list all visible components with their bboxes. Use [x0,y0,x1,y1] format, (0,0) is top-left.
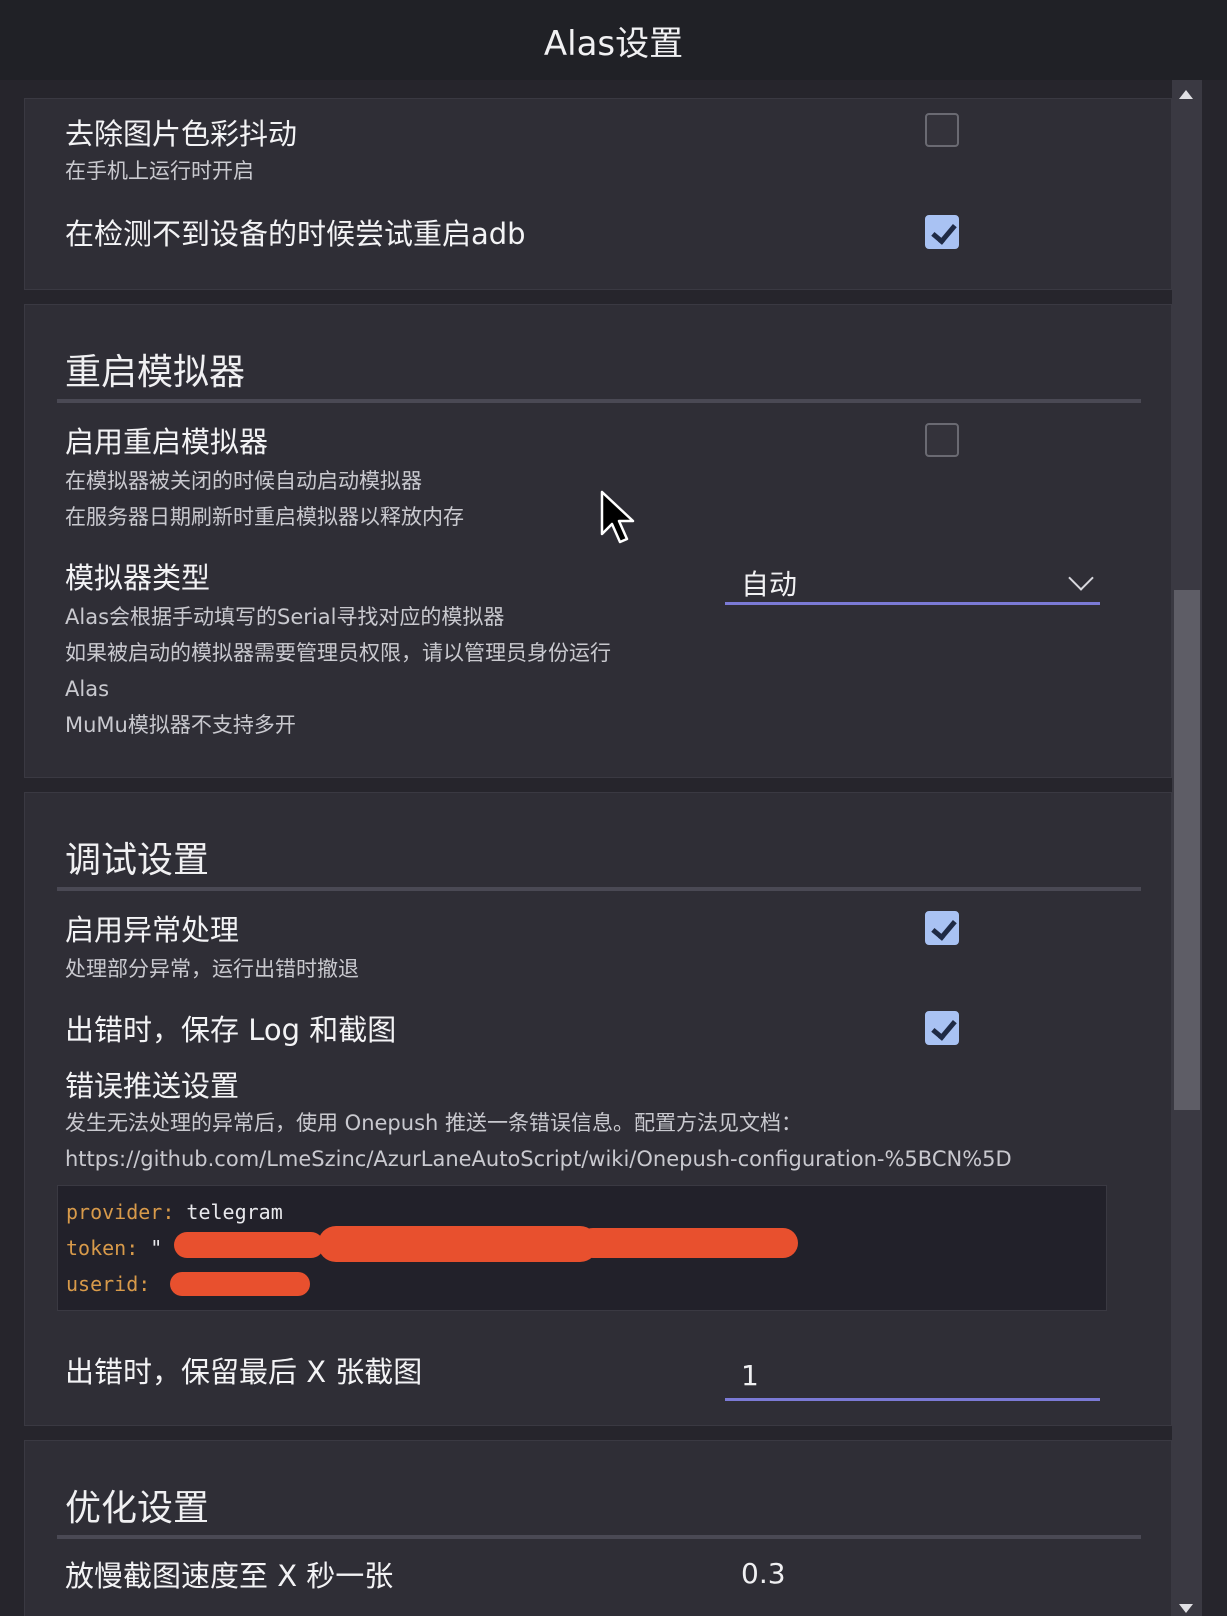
chevron-down-icon [1068,565,1094,591]
checkbox-dither[interactable] [925,113,959,147]
option-desc-enable-restart-1: 在模拟器被关闭的时候自动启动模拟器 [65,469,422,493]
code-value: " [138,1236,163,1260]
debug-settings-card: 调试设置 启用异常处理 处理部分异常，运行出错时撤退 出错时，保存 Log 和截… [24,792,1172,1426]
option-title-keep-screenshots: 出错时，保留最后 X 张截图 [65,1355,423,1389]
code-value: telegram [174,1200,283,1224]
option-title-dither: 去除图片色彩抖动 [65,117,298,151]
option-desc-emulator-type-4: MuMu模拟器不支持多开 [65,713,296,737]
redaction-mark [170,1272,310,1296]
option-title-enable-restart: 启用重启模拟器 [65,425,269,459]
screenshot-interval-input[interactable]: 0.3 [725,1553,1100,1599]
onepush-config-editor[interactable]: provider: telegram token: " userid: [57,1185,1107,1311]
settings-scroll-area[interactable]: 去除图片色彩抖动 在手机上运行时开启 在检测不到设备的时候尝试重启adb 重启模… [0,80,1227,1616]
option-desc-error-push-link[interactable]: https://github.com/LmeSzinc/AzurLaneAuto… [65,1141,1012,1177]
redaction-mark [578,1228,798,1258]
option-desc-emulator-type-1: Alas会根据手动填写的Serial寻找对应的模拟器 [65,605,505,629]
section-divider [57,1535,1141,1539]
window-title: Alas设置 [543,23,684,64]
keep-screenshots-input[interactable]: 1 [725,1355,1100,1401]
device-settings-card: 去除图片色彩抖动 在手机上运行时开启 在检测不到设备的时候尝试重启adb [24,98,1172,290]
option-title-restart-adb: 在检测不到设备的时候尝试重启adb [65,217,526,251]
option-desc-exception: 处理部分异常，运行出错时撤退 [65,957,359,981]
scroll-down-icon[interactable] [1179,1604,1193,1613]
option-title-error-push: 错误推送设置 [65,1069,240,1103]
checkbox-exception[interactable] [925,911,959,945]
option-title-exception: 启用异常处理 [65,913,240,947]
option-title-screenshot-interval: 放慢截图速度至 X 秒一张 [65,1559,394,1593]
option-desc-error-push-1: 发生无法处理的异常后，使用 Onepush 推送一条错误信息。配置方法见文档： [65,1111,802,1135]
restart-emulator-card: 重启模拟器 启用重启模拟器 在模拟器被关闭的时候自动启动模拟器 在服务器日期刷新… [24,304,1172,778]
emulator-type-select[interactable]: 自动 [725,559,1100,605]
scrollbar-thumb[interactable] [1174,590,1200,1110]
option-desc-emulator-type-3: Alas [65,677,110,701]
checkbox-enable-restart[interactable] [925,423,959,457]
option-title-emulator-type: 模拟器类型 [65,561,211,595]
code-key: userid: [66,1272,151,1296]
option-title-save-log: 出错时，保存 Log 和截图 [65,1013,397,1047]
optimization-card: 优化设置 放慢截图速度至 X 秒一张 0.3 [24,1440,1172,1616]
screenshot-interval-value: 0.3 [741,1557,786,1590]
redaction-mark [318,1226,598,1262]
emulator-type-value: 自动 [741,568,798,601]
redaction-mark [174,1232,324,1258]
keep-screenshots-value: 1 [741,1359,759,1392]
checkbox-save-log[interactable] [925,1011,959,1045]
section-divider [57,887,1141,891]
code-key: provider: [66,1200,175,1224]
mouse-cursor-icon [600,490,635,544]
scroll-up-icon[interactable] [1179,90,1193,99]
code-line-provider: provider: telegram [66,1194,1098,1230]
code-key: token: [66,1236,139,1260]
option-desc-emulator-type-2: 如果被启动的模拟器需要管理员权限，请以管理员身份运行 [65,641,611,665]
option-desc-dither: 在手机上运行时开启 [65,159,254,183]
window-titlebar: Alas设置 [0,0,1227,80]
section-title-restart-emulator: 重启模拟器 [65,352,246,393]
option-desc-enable-restart-2: 在服务器日期刷新时重启模拟器以释放内存 [65,505,464,529]
vertical-scrollbar[interactable] [1172,80,1202,1616]
section-title-debug: 调试设置 [65,840,210,881]
section-divider [57,399,1141,403]
section-title-optimization: 优化设置 [65,1488,210,1529]
checkbox-restart-adb[interactable] [925,215,959,249]
